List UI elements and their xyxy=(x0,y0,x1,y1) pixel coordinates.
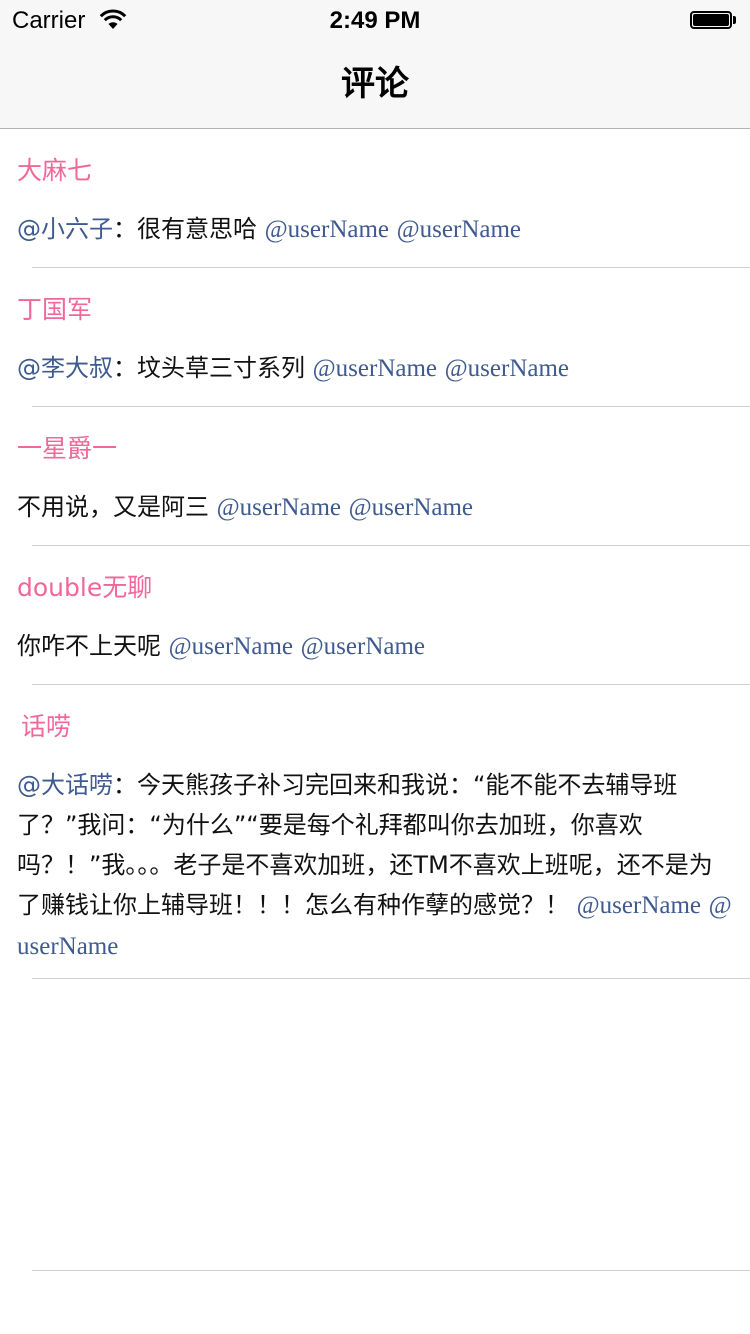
mention-link[interactable]: @userName xyxy=(169,633,293,660)
mention-link[interactable]: @userName xyxy=(349,494,473,521)
comment-body: @李大叔：坟头草三寸系列 @userName @userName xyxy=(17,348,732,389)
mention-link[interactable]: @userName xyxy=(577,892,701,919)
status-bar: Carrier 2:49 PM xyxy=(0,0,750,40)
comment-body: @大话唠：今天熊孩子补习完回来和我说：“能不能不去辅导班了？”我问：“为什么”“… xyxy=(17,765,732,967)
comment-text: 很有意思哈 xyxy=(137,215,257,243)
comment-text: 你咋不上天呢 xyxy=(17,632,161,660)
mention-link[interactable]: @userName xyxy=(217,494,341,521)
comment-username[interactable]: double无聊 xyxy=(17,546,732,603)
comment-list[interactable]: 大麻七 @小六子：很有意思哈 @userName @userName 丁国军 @… xyxy=(0,129,750,979)
reply-to-mention[interactable]: @李大叔 xyxy=(17,354,113,382)
clock-label: 2:49 PM xyxy=(329,7,421,34)
reply-colon: ： xyxy=(113,354,137,382)
reply-to-mention[interactable]: @大话唠 xyxy=(17,771,113,799)
navigation-bar: Carrier 2:49 PM 评论 xyxy=(0,0,750,129)
mention-link[interactable]: @userName xyxy=(445,355,569,382)
comment-body: 你咋不上天呢 @userName @userName xyxy=(17,626,732,667)
comment-cell[interactable]: 丁国军 @李大叔：坟头草三寸系列 @userName @userName xyxy=(0,268,750,407)
comment-text: 不用说，又是阿三 xyxy=(17,493,209,521)
mention-link[interactable]: @userName xyxy=(265,216,389,243)
comment-text: 坟头草三寸系列 xyxy=(137,354,305,382)
mention-link[interactable]: @userName xyxy=(313,355,437,382)
comment-username[interactable]: 话唠 xyxy=(17,685,732,742)
comment-cell[interactable]: 大麻七 @小六子：很有意思哈 @userName @userName xyxy=(0,129,750,268)
comment-body: 不用说，又是阿三 @userName @userName xyxy=(17,487,732,528)
page-title: 评论 xyxy=(341,64,409,104)
comment-username[interactable]: 大麻七 xyxy=(17,129,732,186)
comment-username[interactable]: 一星爵一 xyxy=(17,407,732,464)
reply-colon: ： xyxy=(113,771,137,799)
list-bottom-separator xyxy=(32,1270,750,1271)
mention-link[interactable]: @userName xyxy=(301,633,425,660)
reply-to-mention[interactable]: @小六子 xyxy=(17,215,113,243)
comments-screen: Carrier 2:49 PM 评论 大麻七 @小六子：很有意思哈 @userN… xyxy=(0,0,750,1334)
reply-colon: ： xyxy=(113,215,137,243)
row-separator xyxy=(32,978,750,979)
comment-body: @小六子：很有意思哈 @userName @userName xyxy=(17,209,732,250)
comment-cell[interactable]: 话唠 @大话唠：今天熊孩子补习完回来和我说：“能不能不去辅导班了？”我问：“为什… xyxy=(0,685,750,979)
comment-cell[interactable]: double无聊 你咋不上天呢 @userName @userName xyxy=(0,546,750,685)
comment-username[interactable]: 丁国军 xyxy=(17,268,732,325)
comment-cell[interactable]: 一星爵一 不用说，又是阿三 @userName @userName xyxy=(0,407,750,546)
battery-icon xyxy=(690,11,738,31)
mention-link[interactable]: @userName xyxy=(397,216,521,243)
